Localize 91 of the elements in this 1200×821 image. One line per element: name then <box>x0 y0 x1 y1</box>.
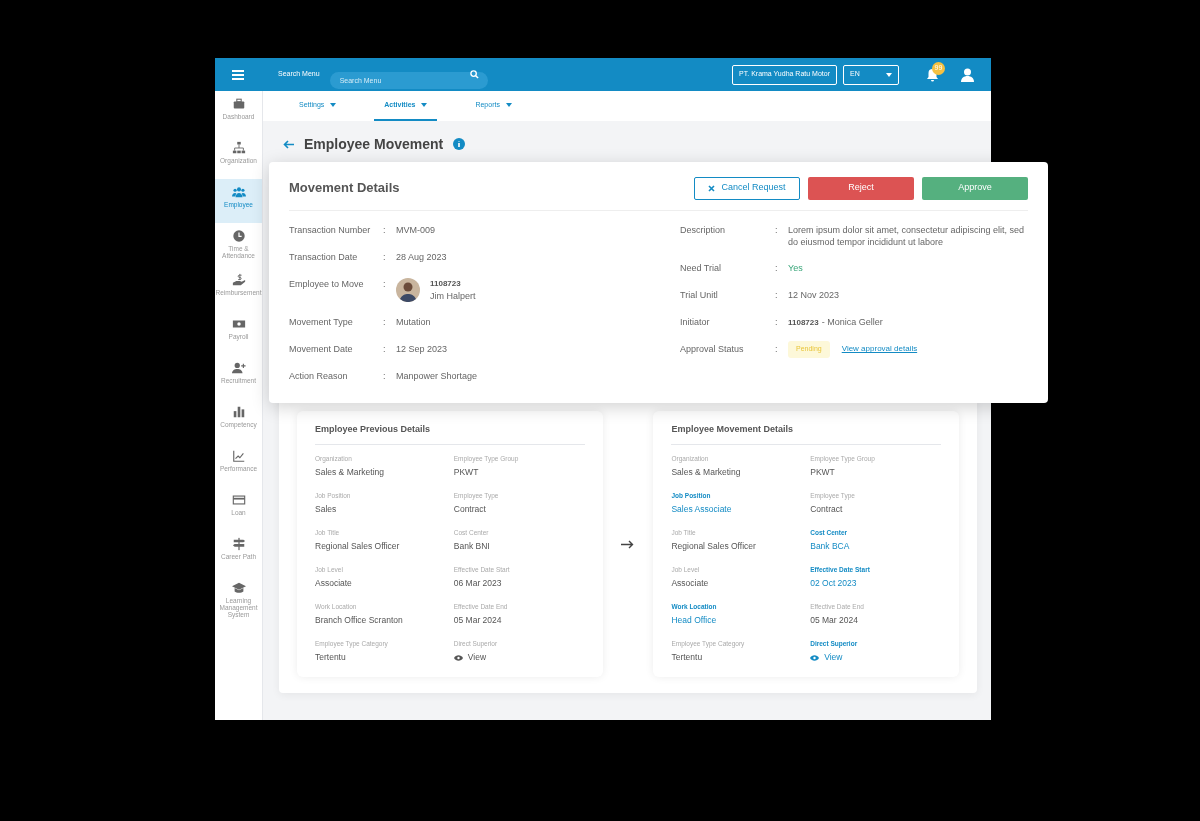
caret-icon <box>330 103 337 107</box>
view-link[interactable]: View <box>453 651 585 664</box>
org-icon <box>231 141 246 155</box>
field-value: Associate <box>671 577 710 590</box>
colon: : <box>383 316 387 329</box>
bars-icon <box>231 405 246 419</box>
colon: : <box>383 224 387 237</box>
caret-icon <box>886 72 892 77</box>
card-title: Employee Previous Details <box>315 423 585 445</box>
user-icon[interactable] <box>961 67 974 82</box>
field-label: Trial Unitl <box>680 289 719 302</box>
field-label: Employee to Move <box>289 278 365 291</box>
card-title: Movement Details <box>289 179 400 198</box>
field-label: Action Reason <box>289 370 349 383</box>
field-value: PKWT <box>810 466 836 479</box>
approve-button[interactable]: Approve <box>922 176 1028 200</box>
caret-icon <box>505 103 512 107</box>
field-value: Sales & Marketing <box>315 466 385 479</box>
colon: : <box>383 251 387 264</box>
field-label: Transaction Date <box>289 251 359 264</box>
field-label: Initiator <box>680 316 711 329</box>
info-icon[interactable] <box>453 138 466 150</box>
field-value: Manpower Shortage <box>396 370 479 382</box>
field-value: 05 Mar 2024 <box>810 614 859 627</box>
cap-icon <box>231 581 246 595</box>
colon: : <box>775 343 779 356</box>
colon: : <box>775 289 779 302</box>
field-value: Contract <box>810 503 844 516</box>
caret-icon <box>421 103 428 107</box>
field-value: 12 Sep 2023 <box>396 343 449 355</box>
avatar-placeholder <box>396 278 420 302</box>
field-label: Transaction Number <box>289 224 372 237</box>
field-value: Bank BCA <box>810 540 851 553</box>
field-label: Movement Date <box>289 343 354 356</box>
colon: : <box>775 316 779 329</box>
field-value: Regional Sales Officer <box>671 540 757 553</box>
field-label: Approval Status <box>680 343 745 356</box>
field-value: 12 Nov 2023 <box>788 289 841 301</box>
field-value: Tertentu <box>671 651 704 664</box>
field-value: Associate <box>315 577 353 590</box>
field-value: 06 Mar 2023 <box>453 577 503 590</box>
initiator-id: 1108723 <box>788 317 819 329</box>
field-label: Movement Type <box>289 316 354 329</box>
field-value: Bank BNI <box>453 540 491 553</box>
close-icon <box>708 184 716 192</box>
reject-button[interactable]: Reject <box>808 176 914 200</box>
search-icon <box>469 70 479 79</box>
field-value: Mutation <box>396 316 432 328</box>
field-value: 05 Mar 2024 <box>453 614 503 627</box>
field-value: Lorem ipsum dolor sit amet, consectetur adipiscing elit, sed do eiusmod tempor incididunt ut labore <box>788 224 1026 248</box>
field-value: Contract <box>453 503 487 516</box>
trend-icon <box>231 449 246 463</box>
field-value: Branch Office Scranton <box>315 614 404 627</box>
briefcase-icon <box>231 97 246 111</box>
field-value: Yes <box>788 262 803 275</box>
field-value: 02 Oct 2023 <box>810 577 858 590</box>
employee-id: 1108723 <box>430 278 462 290</box>
card-title: Employee Movement Details <box>671 423 941 445</box>
card-icon <box>231 493 246 507</box>
person-add-icon <box>231 361 246 375</box>
back-arrow-icon[interactable] <box>283 139 294 149</box>
colon: : <box>383 370 387 383</box>
colon: : <box>383 343 387 356</box>
money-hand-icon <box>231 273 246 287</box>
colon: : <box>775 224 779 237</box>
people-icon <box>231 185 246 199</box>
colon: : <box>775 262 779 275</box>
colon: : <box>383 278 387 291</box>
right-arrow-icon <box>621 540 635 549</box>
field-value: Head Office <box>671 614 718 627</box>
employee-name: Jim Halpert <box>430 290 476 303</box>
field-value: MVM-009 <box>396 224 436 236</box>
field-value: Tertentu <box>315 651 347 664</box>
cancel-button[interactable]: Cancel Request <box>694 176 800 200</box>
signpost-icon <box>231 537 246 551</box>
eye-icon <box>810 654 820 661</box>
field-value: Regional Sales Officer <box>315 540 401 553</box>
field-value: PKWT <box>453 466 480 479</box>
field-value: Sales <box>315 503 338 516</box>
initiator-name: - Monica Geller <box>821 316 883 329</box>
page-title: Employee Movement <box>304 134 444 154</box>
menu-icon[interactable] <box>232 69 244 80</box>
field-label: Description <box>680 224 727 237</box>
eye-icon <box>453 654 463 661</box>
field-value: Sales Associate <box>671 503 733 516</box>
clock-icon <box>231 229 246 243</box>
approval-details-link[interactable]: View approval details <box>841 343 918 356</box>
field-label: Need Trial <box>680 262 723 275</box>
view-link[interactable]: View <box>810 651 941 664</box>
field-value: Sales & Marketing <box>671 466 742 479</box>
field-value: 28 Aug 2023 <box>396 251 448 263</box>
